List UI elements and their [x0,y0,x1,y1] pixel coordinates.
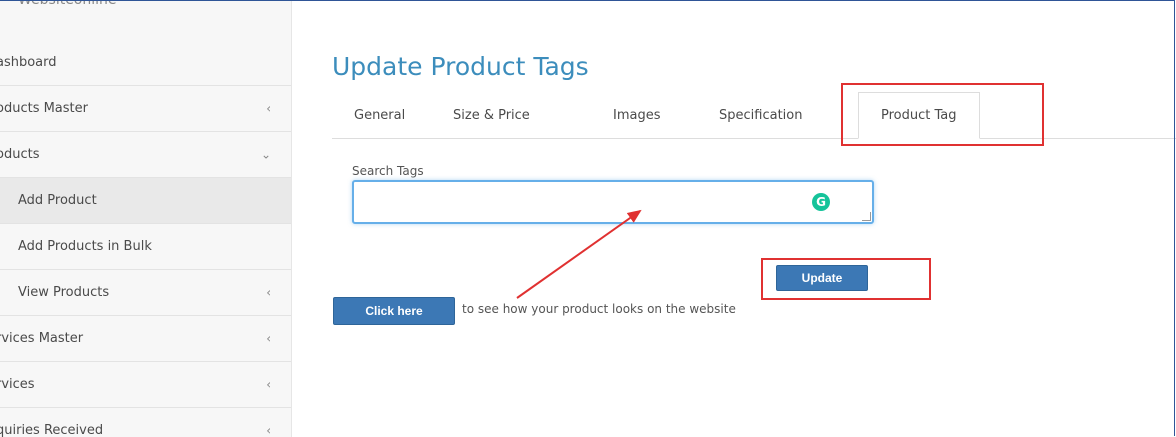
sidebar-item-products[interactable]: oducts ⌄ [0,132,291,178]
sidebar-item-label: oducts Master [0,101,88,116]
preview-helper-text: to see how your product looks on the web… [462,302,736,316]
main-content: Update Product Tags General Size & Price… [292,0,1176,437]
sidebar-item-enquiries-received[interactable]: quiries Received ‹ [0,408,291,437]
tab-general[interactable]: General [354,92,405,138]
chevron-left-icon: ‹ [266,422,271,437]
tab-specification[interactable]: Specification [719,92,802,138]
chevron-left-icon: ‹ [266,284,271,299]
sidebar-item-label: rvices Master [0,331,84,346]
sidebar-item-label: Add Products in Bulk [18,239,152,254]
chevron-down-icon: ⌄ [260,146,271,161]
sidebar-item-label: ashboard [0,55,57,70]
sidebar-item-label: Add Product [18,193,97,208]
resize-handle-icon[interactable] [862,212,871,221]
click-here-button[interactable]: Click here [333,297,455,325]
sidebar-item-add-products-bulk[interactable]: Add Products in Bulk [0,224,291,270]
tab-size-price[interactable]: Size & Price [453,92,530,138]
brand-name: Websiteonline [18,0,117,8]
sidebar-item-label: oducts [0,147,40,162]
chevron-left-icon: ‹ [266,330,271,345]
sidebar-item-label: quiries Received [0,423,104,437]
sidebar-item-label: rvices [0,377,35,392]
sidebar-item-label: View Products [18,285,110,300]
chevron-left-icon: ‹ [266,376,271,391]
tab-highlight-box [841,83,1044,146]
update-highlight-box [761,258,931,300]
grammarly-icon[interactable]: G [812,193,830,211]
page-title: Update Product Tags [332,52,589,81]
sidebar-item-dashboard[interactable]: ashboard [0,40,291,86]
sidebar-item-services-master[interactable]: rvices Master ‹ [0,316,291,362]
search-tags-label: Search Tags [352,164,424,178]
red-arrow-annotation [516,209,642,299]
sidebar-item-services[interactable]: rvices ‹ [0,362,291,408]
tab-bar: General Size & Price Images Specificatio… [332,92,1176,139]
chevron-left-icon: ‹ [266,100,271,115]
sidebar-item-products-master[interactable]: oducts Master ‹ [0,86,291,132]
sidebar: Websiteonline ashboard oducts Master ‹ o… [0,0,292,437]
sidebar-item-view-products[interactable]: View Products ‹ [0,270,291,316]
sidebar-item-add-product[interactable]: Add Product [0,178,291,224]
tab-images[interactable]: Images [613,92,661,138]
